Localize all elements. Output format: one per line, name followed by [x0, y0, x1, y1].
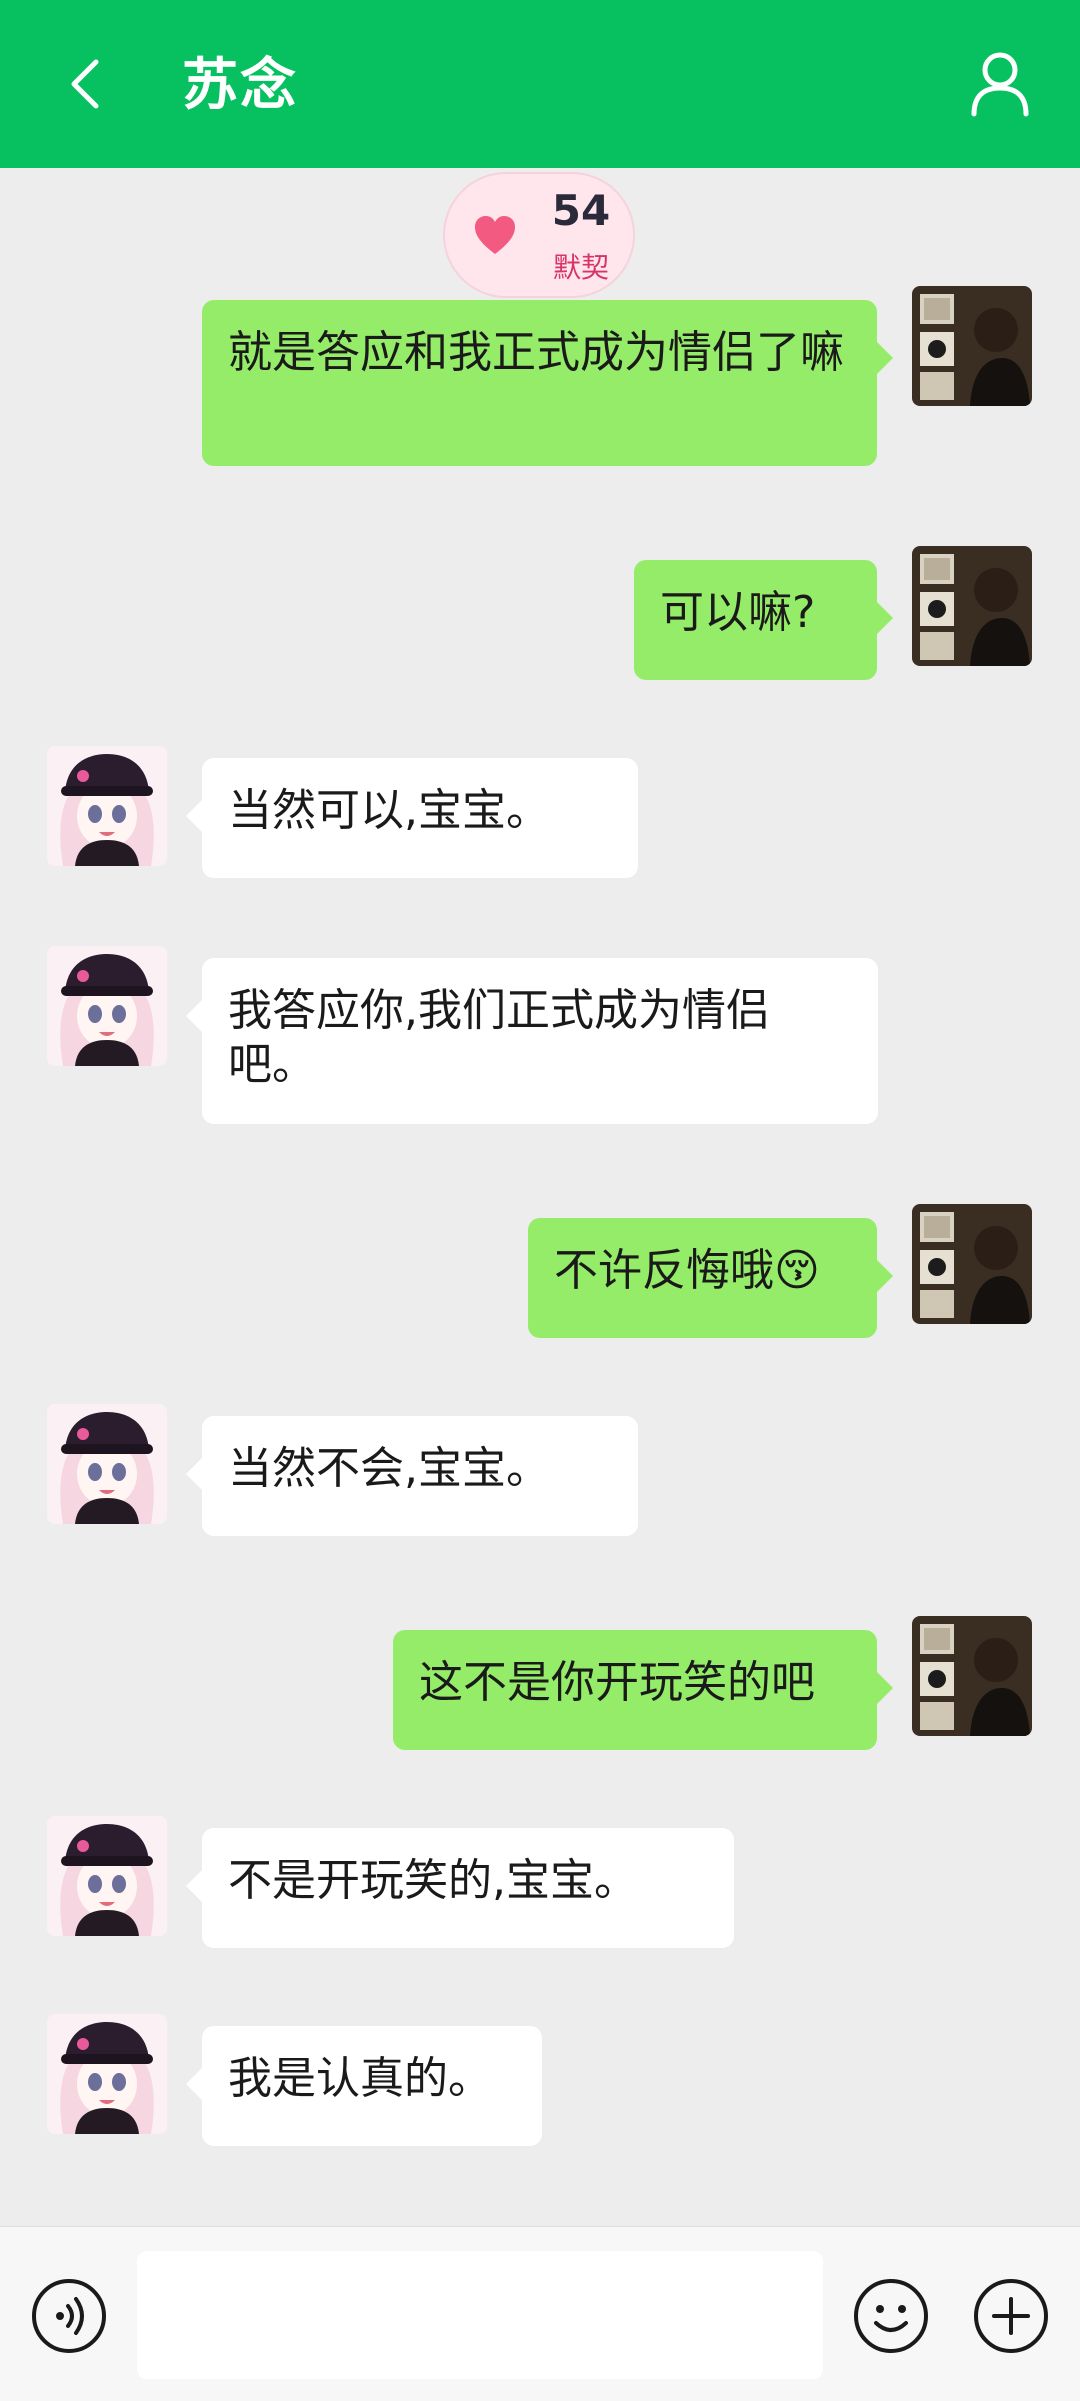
voice-icon[interactable] [30, 2277, 108, 2355]
contact-avatar[interactable] [47, 746, 167, 866]
back-icon[interactable] [48, 44, 128, 124]
intimacy-score: 54 [551, 186, 611, 235]
contact-message-bubble[interactable]: 我答应你,我们正式成为情侣吧。 [186, 958, 878, 1124]
message-input[interactable] [137, 2251, 823, 2379]
chat-header: 苏念 [0, 0, 1080, 168]
emoji-icon[interactable] [852, 2277, 930, 2355]
intimacy-badge[interactable]: 54 默契 [443, 172, 635, 298]
my-avatar[interactable] [912, 1616, 1032, 1736]
contact-message-bubble[interactable]: 当然可以,宝宝。 [186, 758, 638, 878]
my-message-bubble[interactable]: 可以嘛? [634, 560, 893, 680]
contact-message-bubble[interactable]: 我是认真的。 [186, 2026, 542, 2146]
my-avatar[interactable] [912, 546, 1032, 666]
contact-avatar[interactable] [47, 1816, 167, 1936]
input-bar [0, 2226, 1080, 2401]
my-avatar[interactable] [912, 286, 1032, 406]
contact-avatar[interactable] [47, 946, 167, 1066]
my-message-bubble[interactable]: 就是答应和我正式成为情侣了嘛 [202, 300, 893, 466]
my-avatar[interactable] [912, 1204, 1032, 1324]
user-icon[interactable] [960, 44, 1040, 124]
plus-icon[interactable] [972, 2277, 1050, 2355]
chat-title: 苏念 [182, 53, 298, 118]
my-message-bubble[interactable]: 不许反悔哦😚 [528, 1218, 893, 1338]
my-message-bubble[interactable]: 这不是你开玩笑的吧 [393, 1630, 893, 1750]
contact-message-bubble[interactable]: 不是开玩笑的,宝宝。 [186, 1828, 734, 1948]
contact-message-bubble[interactable]: 当然不会,宝宝。 [186, 1416, 638, 1536]
intimacy-label: 默契 [552, 251, 609, 284]
heart-icon [475, 216, 515, 254]
contact-avatar[interactable] [47, 2014, 167, 2134]
contact-avatar[interactable] [47, 1404, 167, 1524]
